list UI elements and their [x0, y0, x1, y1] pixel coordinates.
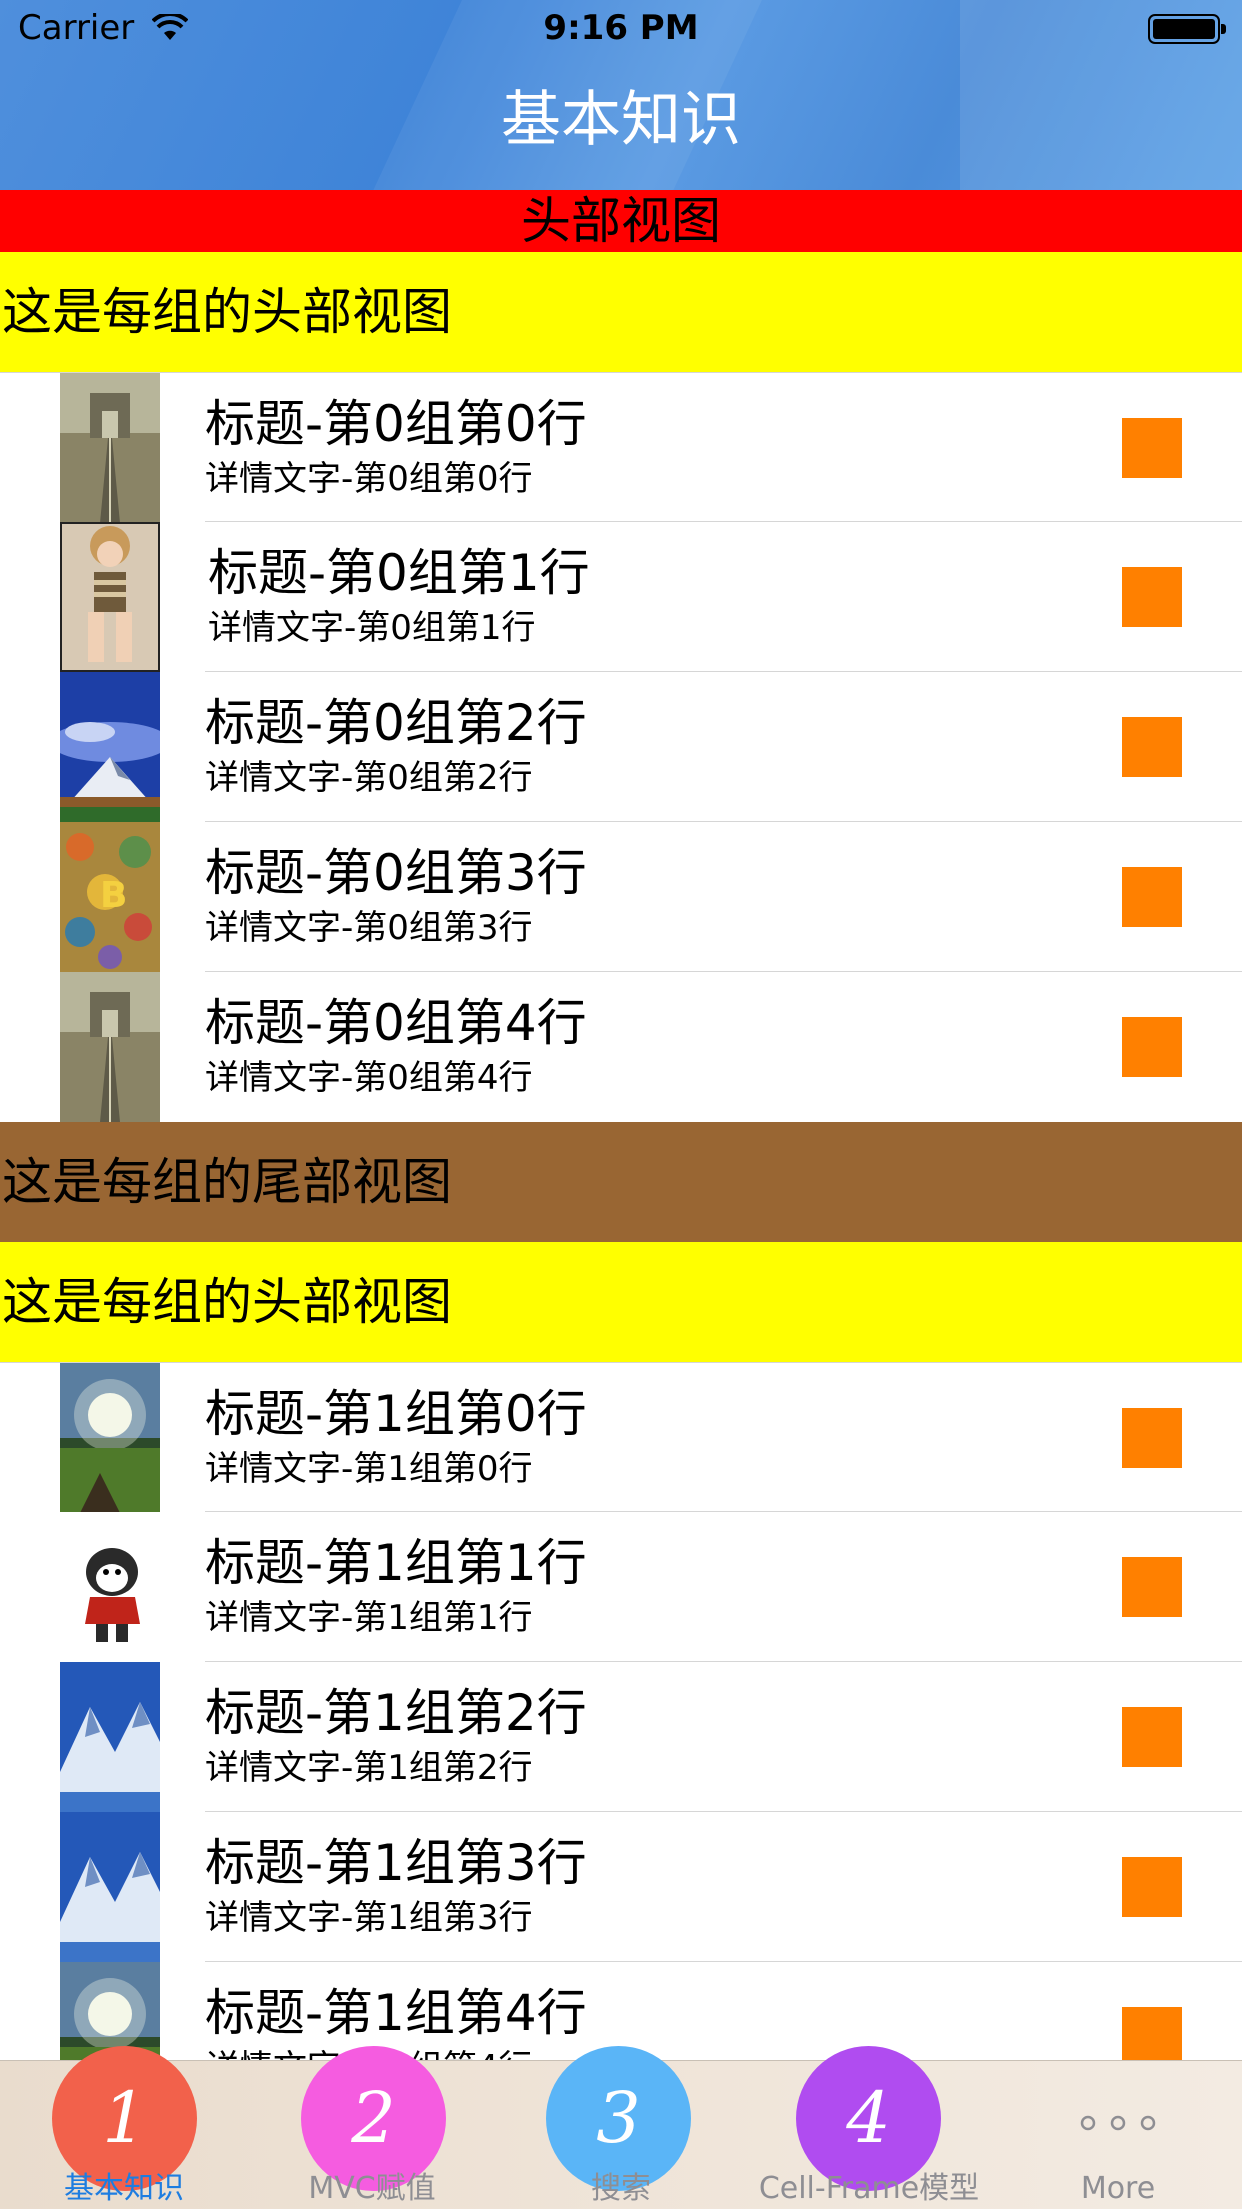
row-title: 标题-第1组第3行 [205, 1834, 587, 1892]
table-row[interactable]: 标题-第0组第4行 详情文字-第0组第4行 [0, 972, 1242, 1122]
more-dots-icon [1080, 2115, 1156, 2131]
orange-accessory-square[interactable] [1122, 418, 1182, 478]
orange-accessory-square[interactable] [1122, 867, 1182, 927]
table-row[interactable]: 标题-第1组第2行 详情文字-第1组第2行 [0, 1662, 1242, 1812]
nav-title: 基本知识 [501, 85, 741, 155]
orange-accessory-square[interactable] [1122, 567, 1182, 627]
orange-accessory-square[interactable] [1122, 1017, 1182, 1077]
row-detail: 详情文字-第1组第0行 [205, 1449, 533, 1489]
tab-1-icon: 1 [52, 2046, 197, 2191]
row-title: 标题-第1组第0行 [205, 1385, 587, 1443]
tab-label: 基本知识 [64, 2171, 184, 2206]
row-title: 标题-第0组第3行 [205, 844, 587, 902]
row-thumbnail [60, 1662, 160, 1812]
row-detail: 详情文字-第0组第0行 [205, 459, 533, 499]
row-thumbnail [60, 1363, 160, 1513]
row-detail: 详情文字-第1组第2行 [205, 1748, 533, 1788]
table-row[interactable]: 标题-第0组第2行 详情文字-第0组第2行 [0, 672, 1242, 822]
table-row[interactable]: 标题-第1组第1行 详情文字-第1组第1行 [0, 1512, 1242, 1662]
row-thumbnail: B [60, 822, 160, 972]
orange-accessory-square[interactable] [1122, 1707, 1182, 1767]
orange-accessory-square[interactable] [1122, 1857, 1182, 1917]
table-view[interactable]: 这是每组的头部视图 标题-第0组第0行 详情文字-第0组第0行 标题-第0组第1… [0, 252, 1242, 2060]
row-detail: 详情文字-第1组第1行 [205, 1598, 533, 1638]
row-thumbnail [60, 672, 160, 822]
row-detail: 详情文字-第0组第3行 [205, 908, 533, 948]
orange-accessory-square[interactable] [1122, 1408, 1182, 1468]
section-header: 这是每组的头部视图 [0, 1242, 1242, 1362]
tab-more[interactable]: More [994, 2061, 1242, 2209]
row-title: 标题-第0组第0行 [205, 395, 587, 453]
tab-search[interactable]: 3 搜索 [497, 2046, 745, 2209]
section-footer: 这是每组的尾部视图 [0, 1122, 1242, 1242]
tab-mvc-assignment[interactable]: 2 MVC赋值 [248, 2046, 496, 2209]
tab-basic-knowledge[interactable]: 1 基本知识 [0, 2046, 248, 2209]
row-thumbnail [60, 1812, 160, 1962]
tab-cell-frame-model[interactable]: 4 Cell-Frame模型 [745, 2046, 993, 2209]
table-header-view: 头部视图 [0, 190, 1242, 252]
tab-3-icon: 3 [546, 2046, 691, 2191]
row-thumbnail [60, 522, 160, 672]
row-thumbnail [60, 373, 160, 523]
row-title: 标题-第1组第4行 [205, 1984, 587, 2042]
row-detail: 详情文字-第0组第4行 [205, 1058, 533, 1098]
table-row[interactable]: 标题-第0组第1行 详情文字-第0组第1行 [0, 522, 1242, 672]
tab-label: More [1080, 2171, 1156, 2206]
orange-accessory-square[interactable] [1122, 2007, 1182, 2060]
battery-icon [1148, 14, 1226, 44]
row-title: 标题-第0组第4行 [205, 994, 587, 1052]
orange-accessory-square[interactable] [1122, 1557, 1182, 1617]
table-row[interactable]: 标题-第0组第0行 详情文字-第0组第0行 [0, 372, 1242, 523]
table-row[interactable]: B 标题-第0组第3行 详情文字-第0组第3行 [0, 822, 1242, 972]
tab-4-icon: 4 [796, 2046, 941, 2191]
status-time: 9:16 PM [543, 8, 699, 48]
table-row[interactable]: 标题-第1组第0行 详情文字-第1组第0行 [0, 1362, 1242, 1513]
svg-text:B: B [100, 875, 127, 916]
row-title: 标题-第1组第2行 [205, 1684, 587, 1742]
row-title: 标题-第0组第2行 [205, 694, 587, 752]
tab-label: Cell-Frame模型 [758, 2171, 980, 2206]
row-detail: 详情文字-第0组第2行 [205, 758, 533, 798]
row-title: 标题-第0组第1行 [208, 544, 590, 602]
row-detail: 详情文字-第1组第3行 [205, 1898, 533, 1938]
status-bar: Carrier 9:16 PM [0, 0, 1242, 60]
row-detail: 详情文字-第0组第1行 [208, 608, 536, 648]
tab-label: 搜索 [591, 2171, 651, 2206]
table-row[interactable]: 标题-第1组第3行 详情文字-第1组第3行 [0, 1812, 1242, 1962]
row-thumbnail [60, 1962, 160, 2060]
row-thumbnail [60, 972, 160, 1122]
tab-label: MVC赋值 [308, 2171, 436, 2206]
orange-accessory-square[interactable] [1122, 717, 1182, 777]
row-title: 标题-第1组第1行 [205, 1534, 587, 1592]
section-header: 这是每组的头部视图 [0, 252, 1242, 372]
row-thumbnail [60, 1512, 160, 1662]
tab-bar: 1 基本知识 2 MVC赋值 3 搜索 4 Cell-Frame模型 More [0, 2046, 1242, 2209]
navigation-bar: Carrier 9:16 PM 基本知识 [0, 0, 1242, 190]
tab-2-icon: 2 [301, 2046, 446, 2191]
